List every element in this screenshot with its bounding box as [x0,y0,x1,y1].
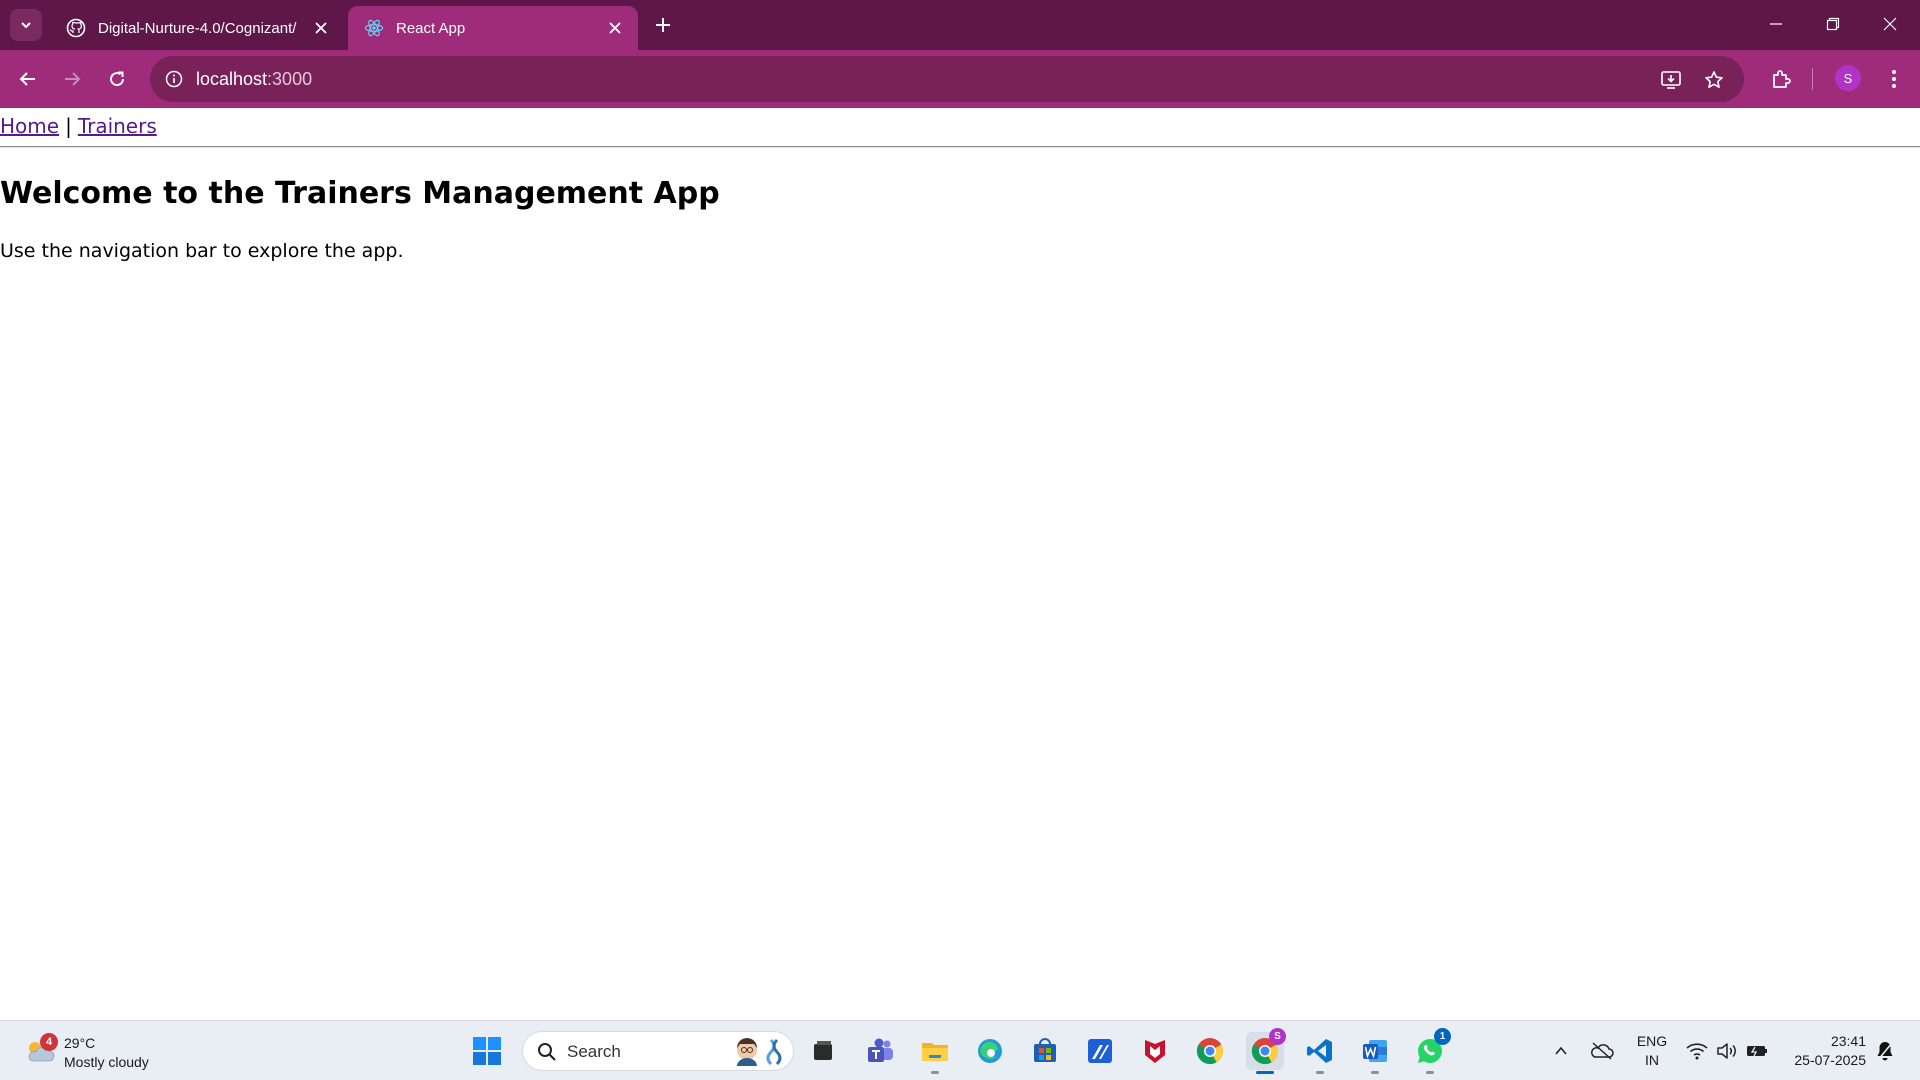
region-code: IN [1645,1052,1659,1068]
profile-badge: S [1269,1028,1286,1045]
search-highlight-icon [737,1038,782,1066]
mcafee-icon [1145,1040,1165,1063]
windows-start-icon[interactable] [472,1036,502,1066]
search-label: Search [567,1042,621,1061]
extensions-icon[interactable] [1765,63,1797,95]
horizontal-rule [0,146,1920,148]
taskbar-search[interactable]: Search [522,1031,794,1071]
nav-bar: Home | Trainers [0,114,157,138]
file-explorer-dark-icon [814,1041,832,1060]
taskbar-app-blue[interactable] [1081,1032,1119,1070]
folder-icon [922,1043,948,1061]
tab-strip: Digital-Nurture-4.0/Cognizant/ React App [0,0,1920,50]
onedrive-offline-icon[interactable] [1590,1039,1614,1063]
nav-link-trainers[interactable]: Trainers [78,114,157,138]
tab-react-app[interactable]: React App [348,6,638,50]
taskbar-app-word[interactable] [1356,1032,1394,1074]
chevron-down-icon [21,22,31,29]
clock[interactable]: 23:41 25-07-2025 [1782,1032,1866,1070]
bookmark-star-icon[interactable] [1701,67,1727,93]
arrow-right-icon [65,72,81,86]
restore-icon [1826,17,1840,31]
site-info-icon[interactable] [162,67,186,91]
taskbar-app-vscode[interactable] [1301,1032,1339,1074]
taskbar-app-teams[interactable] [861,1032,899,1070]
page-content: Home | Trainers Welcome to the Trainers Ma… [0,108,1920,1020]
taskbar-app-file-explorer[interactable] [916,1032,954,1074]
url-text[interactable]: localhost:3000 [196,69,312,90]
vscode-icon [1307,1039,1332,1063]
intro-text: Use the navigation bar to explore the ap… [0,240,404,262]
taskbar-app-chrome-profile[interactable]: S [1246,1028,1286,1074]
app-icon [1088,1039,1112,1063]
menu-kebab-icon[interactable] [1878,63,1910,95]
nav-separator: | [65,114,72,138]
taskbar-app-mcafee[interactable] [1136,1032,1174,1070]
running-indicator [931,1071,939,1074]
weather-badge: 4 [40,1033,58,1051]
minimize-icon [1770,23,1782,25]
url-host: localhost [196,69,268,89]
running-indicator [1256,1071,1274,1074]
tab-title: React App [396,19,466,37]
taskbar: 4 29°C Mostly cloudy Search S 1 ENG IN 2… [0,1020,1920,1080]
taskbar-app-whatsapp[interactable]: 1 [1411,1028,1451,1074]
tab-title: Digital-Nurture-4.0/Cognizant/ [98,19,297,37]
taskbar-app-edge[interactable] [971,1032,1009,1070]
language-code: ENG [1636,1033,1668,1049]
notification-badge: 1 [1434,1028,1451,1045]
store-icon [1034,1038,1056,1062]
wifi-icon[interactable] [1685,1039,1709,1063]
taskbar-app-explorer-dark[interactable] [804,1032,842,1070]
weather-widget[interactable]: 4 29°C Mostly cloudy [20,1029,180,1073]
restore-button[interactable] [1815,8,1851,40]
page-title: Welcome to the Trainers Management App [0,176,720,211]
install-app-icon[interactable] [1658,67,1684,93]
close-window-button[interactable] [1872,8,1908,40]
search-icon [538,1043,556,1061]
weather-temp: 29°C [64,1035,96,1051]
language-indicator[interactable]: ENG IN [1636,1032,1668,1070]
new-tab-button[interactable] [650,12,676,38]
close-icon [1883,17,1897,31]
close-icon[interactable] [310,17,332,39]
taskbar-app-store[interactable] [1026,1032,1064,1070]
close-icon[interactable] [604,17,626,39]
weather-condition: Mostly cloudy [64,1054,149,1070]
chrome-icon [1196,1038,1224,1065]
toolbar-divider [1812,68,1813,90]
running-indicator [1371,1071,1379,1074]
chevron-up-icon[interactable] [1549,1039,1573,1063]
edge-icon [978,1039,1002,1063]
reload-button[interactable] [101,63,133,95]
tab-github[interactable]: Digital-Nurture-4.0/Cognizant/ [50,6,344,50]
nav-link-home[interactable]: Home [0,114,59,138]
clock-time: 23:41 [1830,1033,1866,1049]
plus-icon [656,18,670,32]
taskbar-app-chrome[interactable] [1191,1032,1229,1070]
reload-icon [110,71,125,87]
volume-icon[interactable] [1715,1039,1739,1063]
react-icon [364,18,384,38]
browser-toolbar: localhost:3000 [0,50,1920,108]
teams-icon [868,1038,893,1062]
running-indicator [1316,1071,1324,1074]
forward-button[interactable] [56,63,88,95]
tab-search-button[interactable] [10,9,42,41]
notification-bell-icon[interactable] [1873,1039,1897,1063]
arrow-left-icon [19,72,35,86]
profile-avatar[interactable]: S [1835,65,1861,91]
minimize-button[interactable] [1758,8,1794,40]
clock-date: 25-07-2025 [1794,1052,1866,1068]
url-port: :3000 [267,69,313,89]
address-bar[interactable]: localhost:3000 [150,56,1744,102]
back-button[interactable] [12,63,44,95]
word-icon [1363,1040,1387,1062]
battery-icon[interactable] [1745,1039,1769,1063]
running-indicator [1426,1071,1434,1074]
github-icon [66,18,86,38]
